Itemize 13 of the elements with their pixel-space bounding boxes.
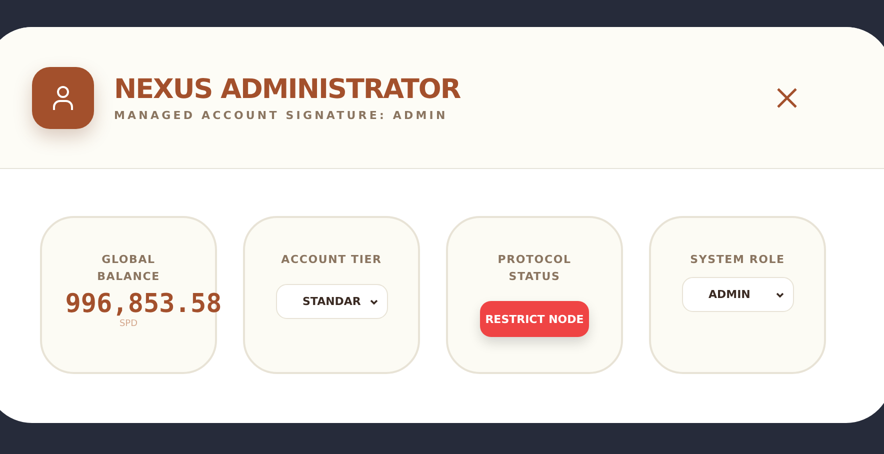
- modal-title: NEXUS ADMINISTRATOR: [114, 74, 462, 104]
- close-button[interactable]: [776, 86, 798, 108]
- card-label: ACCOUNT TIER: [281, 252, 382, 268]
- modal-subtitle: MANAGED ACCOUNT SIGNATURE: ADMIN: [114, 108, 449, 122]
- balance-value: 996,853.58: [65, 289, 222, 319]
- card-label: SYSTEM ROLE: [690, 252, 785, 268]
- select-dropdown[interactable]: ADMIN: [682, 277, 794, 312]
- card-label: GLOBAL BALANCE: [96, 252, 161, 285]
- card-label: PROTOCOL STATUS: [496, 252, 572, 285]
- restrict-button[interactable]: RESTRICT NODE: [480, 301, 589, 337]
- currency-unit: SPD: [119, 319, 138, 329]
- select-dropdown[interactable]: STANDAR: [276, 284, 388, 319]
- user-icon: [51, 84, 75, 112]
